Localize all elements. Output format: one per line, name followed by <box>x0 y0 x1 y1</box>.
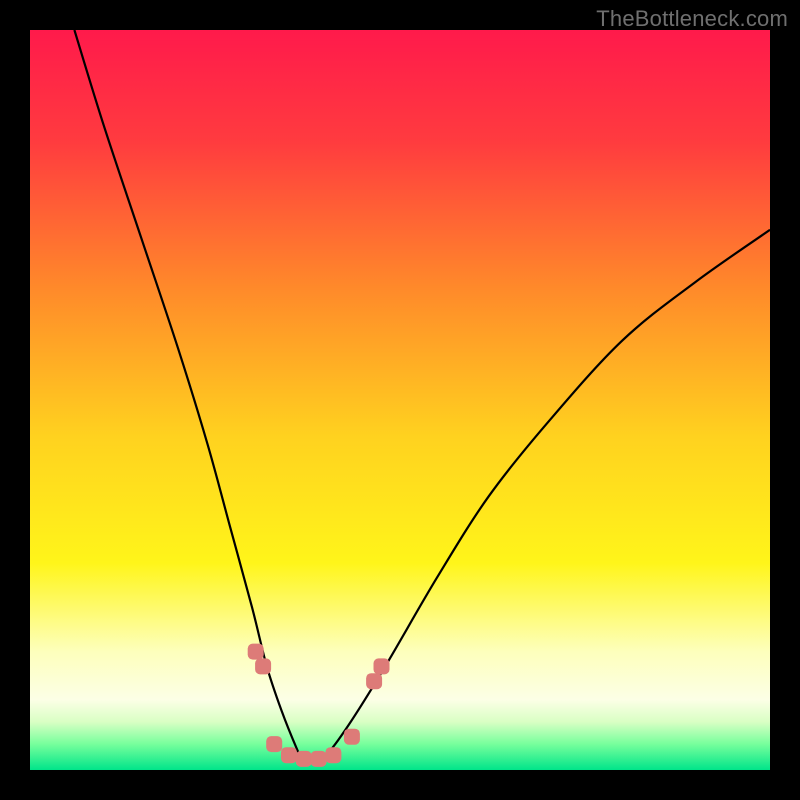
highlight-dot <box>374 658 390 674</box>
highlight-dot <box>366 673 382 689</box>
highlight-dot <box>281 747 297 763</box>
highlight-dot <box>296 751 312 767</box>
highlight-markers <box>248 644 390 767</box>
highlight-dot <box>325 747 341 763</box>
plot-area <box>30 30 770 770</box>
curve-layer <box>30 30 770 770</box>
bottleneck-curve <box>74 30 770 764</box>
highlight-dot <box>248 644 264 660</box>
highlight-dot <box>255 658 271 674</box>
highlight-dot <box>311 751 327 767</box>
highlight-dot <box>266 736 282 752</box>
chart-frame: TheBottleneck.com <box>0 0 800 800</box>
watermark-text: TheBottleneck.com <box>596 6 788 32</box>
highlight-dot <box>344 729 360 745</box>
